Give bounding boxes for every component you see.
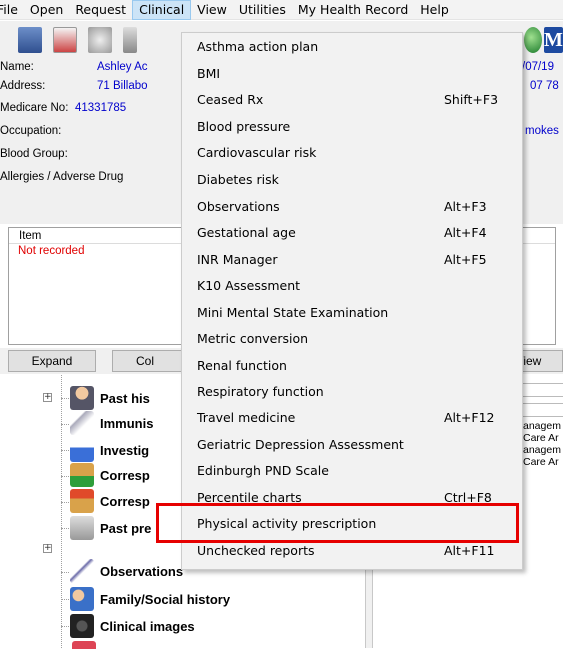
menu-item-k10-assessment[interactable]: K10 Assessment	[182, 273, 522, 299]
tree-item-correspondence-in[interactable]: Corresp	[70, 462, 150, 488]
menu-item-ceased-rx[interactable]: Ceased Rx Shift+F3	[182, 87, 522, 113]
menu-item-travel-medicine[interactable]: Travel medicine Alt+F12	[182, 405, 522, 431]
calendar-icon[interactable]	[53, 27, 77, 53]
menu-item-inr-manager[interactable]: INR Manager Alt+F5	[182, 247, 522, 273]
menu-item-bmi[interactable]: BMI	[182, 61, 522, 87]
menu-item-cardiovascular-risk[interactable]: Cardiovascular risk	[182, 140, 522, 166]
right-line-3: anagem	[523, 444, 561, 456]
patient-phone: 07 78	[530, 80, 559, 92]
tree-item-immunisations[interactable]: Immunis	[70, 410, 153, 436]
flask-icon	[70, 438, 94, 462]
patient-dob: /07/19	[522, 61, 554, 73]
smoking-status[interactable]: mokes	[525, 125, 559, 137]
tree-item-family-social-history[interactable]: Family/Social history	[70, 586, 230, 612]
address-label: Address:	[0, 80, 46, 92]
expand-past-prescriptions-icon[interactable]: +	[43, 544, 52, 553]
expand-button[interactable]: Expand	[8, 350, 96, 372]
tree-item-correspondence-out[interactable]: Corresp	[70, 488, 150, 514]
syringe-icon	[70, 411, 94, 435]
occupation-label: Occupation:	[0, 125, 62, 137]
collapse-button[interactable]: Col	[112, 350, 182, 372]
blood-group-label: Blood Group:	[0, 148, 68, 160]
menu-open[interactable]: Open	[24, 0, 69, 20]
allergies-label: Allergies / Adverse Drug	[0, 171, 124, 183]
menu-item-blood-pressure[interactable]: Blood pressure	[182, 114, 522, 140]
menu-item-asthma-action-plan[interactable]: Asthma action plan	[182, 34, 522, 60]
menu-item-diabetes-risk[interactable]: Diabetes risk	[182, 167, 522, 193]
tree-item-observations[interactable]: Observations	[70, 558, 183, 584]
patient-address[interactable]: 71 Billabo	[97, 80, 148, 92]
allergy-status[interactable]: Not recorded	[18, 245, 84, 257]
menu-clinical[interactable]: Clinical	[132, 0, 192, 20]
menu-item-edinburgh-pnd-scale[interactable]: Edinburgh PND Scale	[182, 458, 522, 484]
menu-view[interactable]: View	[191, 0, 233, 20]
right-line-2: Care Ar	[523, 432, 559, 444]
menu-item-mini-mental-state-examination[interactable]: Mini Mental State Examination	[182, 300, 522, 326]
menu-item-metric-conversion[interactable]: Metric conversion	[182, 326, 522, 352]
printer-icon[interactable]	[123, 27, 137, 53]
right-line-1: anagem	[523, 420, 561, 432]
outbox-icon	[70, 489, 94, 513]
name-label: Name:	[0, 61, 34, 73]
doctor-icon	[70, 386, 94, 410]
medicare-label: Medicare No:	[0, 102, 69, 114]
highlight-box	[156, 503, 519, 543]
camera-icon	[70, 614, 94, 638]
patient-medicare[interactable]: 41331785	[75, 102, 126, 114]
menu-file[interactable]: File	[0, 0, 24, 20]
menu-item-gestational-age[interactable]: Gestational age Alt+F4	[182, 220, 522, 246]
menu-utilities[interactable]: Utilities	[233, 0, 292, 20]
tree-item-clinical-images[interactable]: Clinical images	[70, 613, 195, 639]
phone-icon[interactable]	[18, 27, 42, 53]
inbox-icon	[70, 463, 94, 487]
right-line-4: Care Ar	[523, 456, 559, 468]
menu-help[interactable]: Help	[414, 0, 455, 20]
menu-item-geriatric-depression-assessment[interactable]: Geriatric Depression Assessment	[182, 432, 522, 458]
menu-my-health-record[interactable]: My Health Record	[292, 0, 414, 20]
prescription-icon	[70, 516, 94, 540]
menu-bar: File Open Request Clinical View Utilitie…	[0, 0, 563, 20]
menu-item-observations[interactable]: Observations Alt+F3	[182, 194, 522, 220]
mims-icon[interactable]: M	[544, 27, 563, 53]
stethoscope-icon[interactable]	[88, 27, 112, 53]
menu-request[interactable]: Request	[69, 0, 132, 20]
tree-item-investigations[interactable]: Investig	[70, 437, 149, 463]
tree-item-past-prescriptions[interactable]: Past pre	[70, 515, 151, 541]
menu-item-renal-function[interactable]: Renal function	[182, 353, 522, 379]
menu-item-respiratory-function[interactable]: Respiratory function	[182, 379, 522, 405]
expand-past-history-icon[interactable]: +	[43, 393, 52, 402]
tree-item-past-history[interactable]: Past his	[70, 385, 150, 411]
clinical-menu-dropdown: Asthma action plan BMI Ceased Rx Shift+F3…	[181, 32, 523, 570]
thermometer-icon	[70, 559, 94, 583]
patient-name[interactable]: Ashley Ac	[97, 61, 148, 73]
globe-icon[interactable]	[524, 27, 542, 53]
family-icon	[70, 587, 94, 611]
